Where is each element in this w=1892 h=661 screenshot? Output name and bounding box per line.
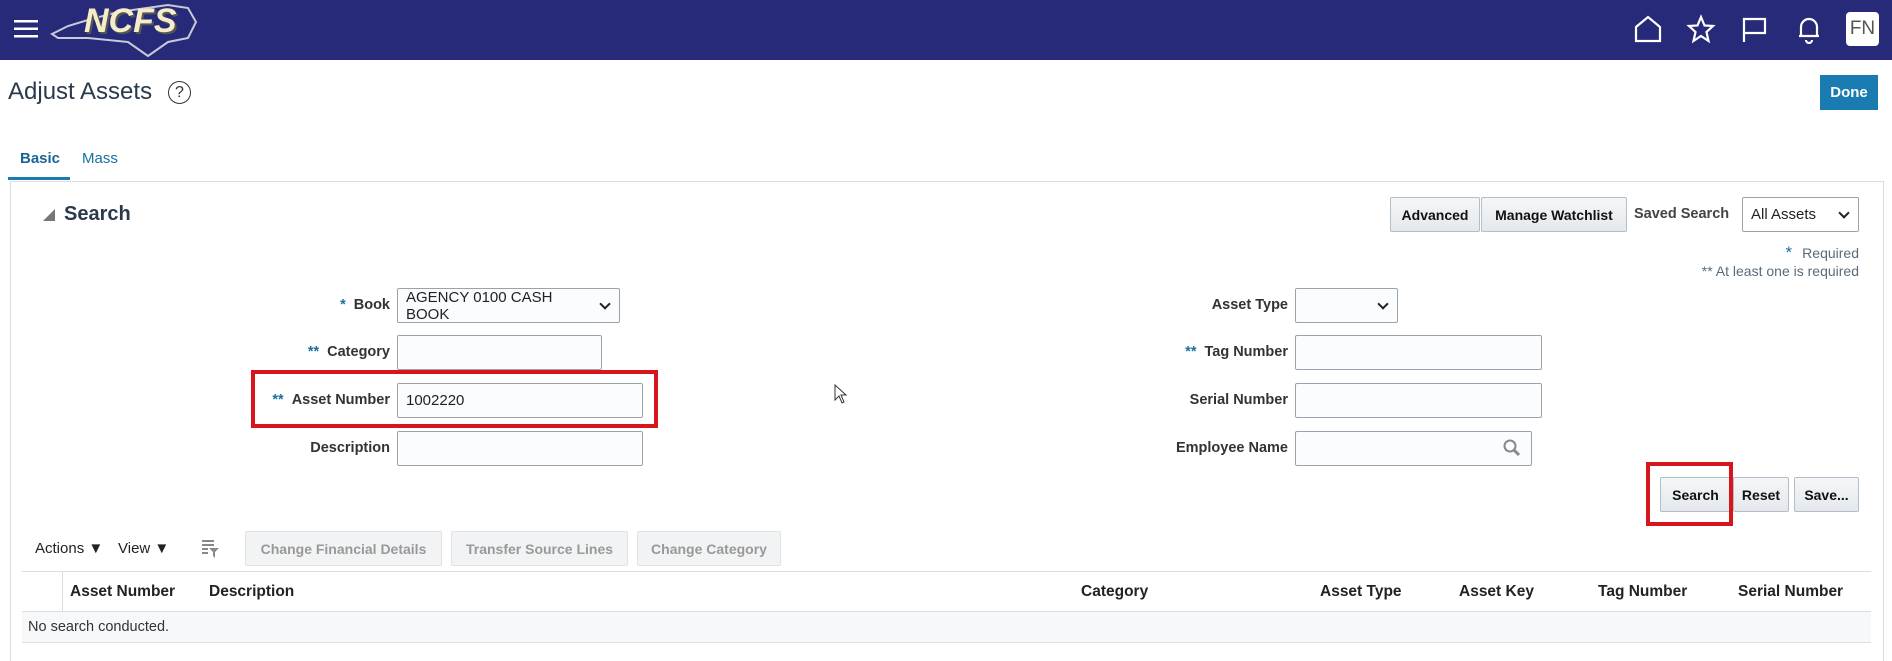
flag-icon[interactable] <box>1739 14 1769 44</box>
highlight-box-asset-number <box>251 370 658 428</box>
help-icon[interactable]: ? <box>168 81 191 104</box>
employee-name-label: Employee Name <box>1175 440 1288 456</box>
top-bar: NCFS FN <box>0 0 1892 60</box>
change-category-button[interactable]: Change Category <box>637 531 781 566</box>
star-icon[interactable] <box>1686 14 1716 44</box>
highlight-box-search <box>1646 462 1733 526</box>
advanced-button[interactable]: Advanced <box>1390 197 1480 232</box>
manage-watchlist-button[interactable]: Manage Watchlist <box>1481 197 1627 232</box>
actions-menu[interactable]: Actions ▼ <box>35 540 103 557</box>
tag-number-input[interactable] <box>1295 335 1542 370</box>
column-header-tag-number[interactable]: Tag Number <box>1598 583 1687 601</box>
tab-basic[interactable]: Basic <box>20 150 60 167</box>
active-tab-indicator <box>8 177 70 180</box>
table-row: No search conducted. <box>22 612 1871 642</box>
table-bottom-border <box>22 642 1871 643</box>
search-section-title: Search <box>64 203 131 225</box>
column-header-serial-number[interactable]: Serial Number <box>1738 583 1843 601</box>
at-least-one-legend: ** At least one is required <box>1701 263 1859 279</box>
description-label: Description <box>310 440 390 456</box>
column-divider <box>62 571 63 611</box>
saved-search-value: All Assets <box>1751 206 1817 223</box>
saved-search-label: Saved Search <box>1634 206 1730 222</box>
column-header-asset-type[interactable]: Asset Type <box>1320 583 1402 601</box>
collapse-triangle-icon[interactable] <box>43 209 55 221</box>
view-menu[interactable]: View ▼ <box>118 540 169 557</box>
page-title: Adjust Assets <box>8 78 153 105</box>
tab-mass[interactable]: Mass <box>82 150 118 167</box>
tag-number-label: ** Tag Number <box>1185 344 1288 360</box>
column-header-description[interactable]: Description <box>209 583 294 601</box>
serial-number-label: Serial Number <box>1189 392 1288 408</box>
asset-type-select[interactable] <box>1295 288 1398 323</box>
transfer-source-lines-button[interactable]: Transfer Source Lines <box>451 531 628 566</box>
search-icon[interactable] <box>1502 438 1522 458</box>
user-avatar[interactable]: FN <box>1846 12 1879 46</box>
save-button[interactable]: Save... <box>1794 477 1859 512</box>
change-financial-details-button[interactable]: Change Financial Details <box>245 531 442 566</box>
category-label: ** Category <box>307 344 390 360</box>
column-header-asset-key[interactable]: Asset Key <box>1459 583 1534 601</box>
book-label: * Book <box>340 297 390 313</box>
home-icon[interactable] <box>1633 14 1663 44</box>
menu-icon[interactable] <box>14 19 38 39</box>
serial-number-input[interactable] <box>1295 383 1542 418</box>
reset-button[interactable]: Reset <box>1733 477 1789 512</box>
ncfs-logo[interactable]: NCFS <box>48 2 200 58</box>
column-header-category[interactable]: Category <box>1081 583 1148 601</box>
empty-message: No search conducted. <box>28 619 170 635</box>
asset-type-label: Asset Type <box>1211 297 1288 313</box>
employee-name-input[interactable] <box>1295 431 1532 466</box>
table-top-border <box>22 571 1871 572</box>
mouse-cursor-icon <box>834 384 848 404</box>
required-legend: * Required <box>1785 243 1859 262</box>
query-by-example-icon[interactable] <box>200 539 220 559</box>
book-select[interactable]: AGENCY 0100 CASH BOOK <box>397 288 620 323</box>
bell-icon[interactable] <box>1794 14 1824 44</box>
column-header-asset-number[interactable]: Asset Number <box>70 583 175 601</box>
category-input[interactable] <box>397 335 602 370</box>
saved-search-select[interactable]: All Assets <box>1742 197 1859 232</box>
done-button[interactable]: Done <box>1820 75 1878 110</box>
description-input[interactable] <box>397 431 643 466</box>
